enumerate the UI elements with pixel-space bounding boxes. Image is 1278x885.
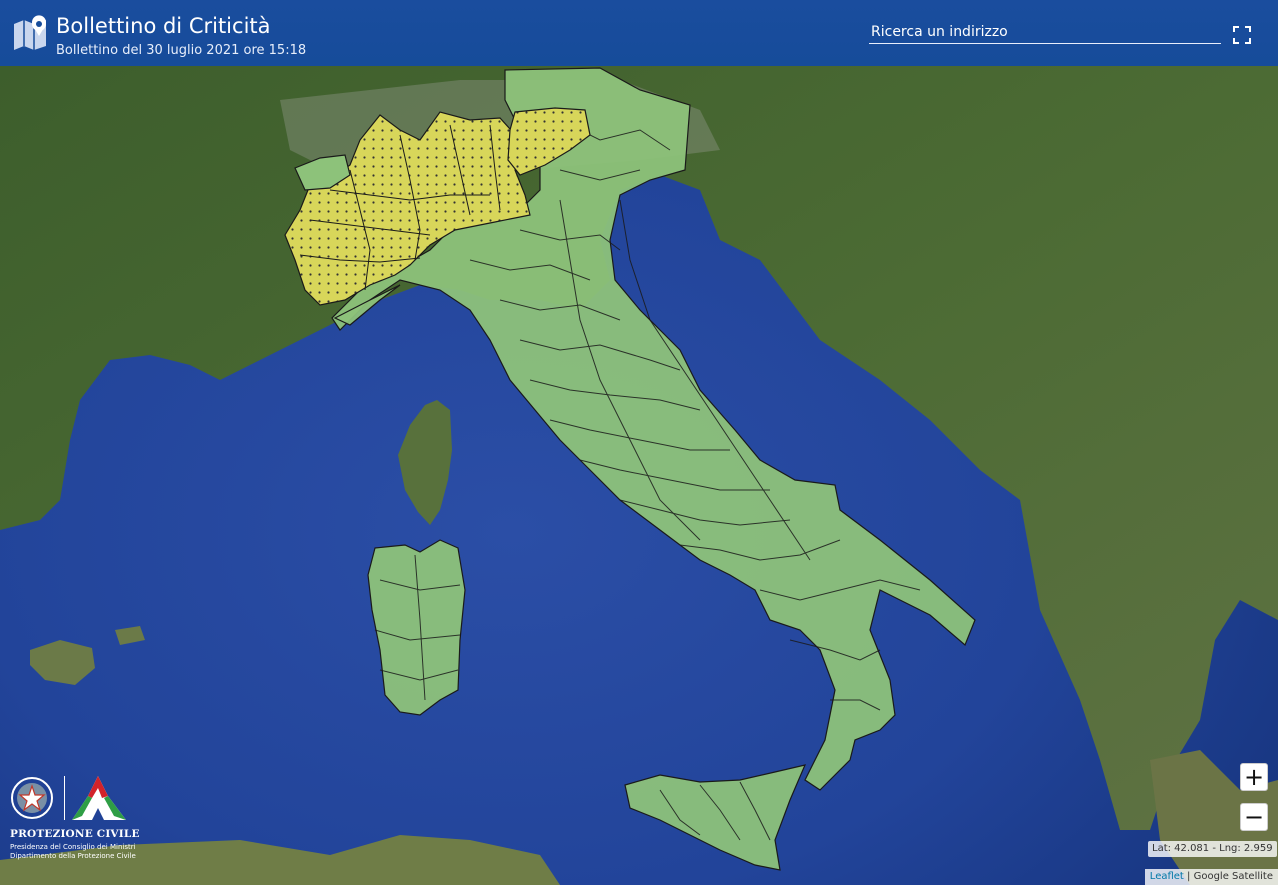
fullscreen-icon[interactable] <box>1232 25 1252 45</box>
protezione-civile-logo: PROTEZIONE CIVILE Presidenza del Consigl… <box>8 772 140 864</box>
logo-line2: Dipartimento della Protezione Civile <box>10 852 136 860</box>
zoom-out-button[interactable]: − <box>1240 803 1268 831</box>
address-search-input[interactable] <box>869 20 1221 44</box>
logo-org-name: PROTEZIONE CIVILE <box>10 828 140 840</box>
map-pin-icon <box>14 15 46 50</box>
satellite-map[interactable] <box>0 0 1278 885</box>
coordinates-readout: Lat: 42.081 - Lng: 2.959 <box>1148 841 1277 857</box>
bulletin-date: Bollettino del 30 luglio 2021 ore 15:18 <box>56 43 307 58</box>
app-header: Bollettino di Criticità Bollettino del 3… <box>0 0 1278 66</box>
attribution-provider: Google Satellite <box>1193 871 1273 882</box>
map-attribution: Leaflet | Google Satellite <box>1144 869 1278 885</box>
page-title: Bollettino di Criticità <box>56 14 271 38</box>
zoom-in-button[interactable]: + <box>1240 763 1268 791</box>
attribution-separator: | <box>1183 871 1194 882</box>
logo-divider <box>64 776 65 820</box>
protezione-civile-mark-icon <box>72 776 126 820</box>
republic-emblem-icon <box>11 777 53 819</box>
logo-line1: Presidenza del Consiglio dei Ministri <box>10 843 136 851</box>
leaflet-link[interactable]: Leaflet <box>1150 871 1184 882</box>
